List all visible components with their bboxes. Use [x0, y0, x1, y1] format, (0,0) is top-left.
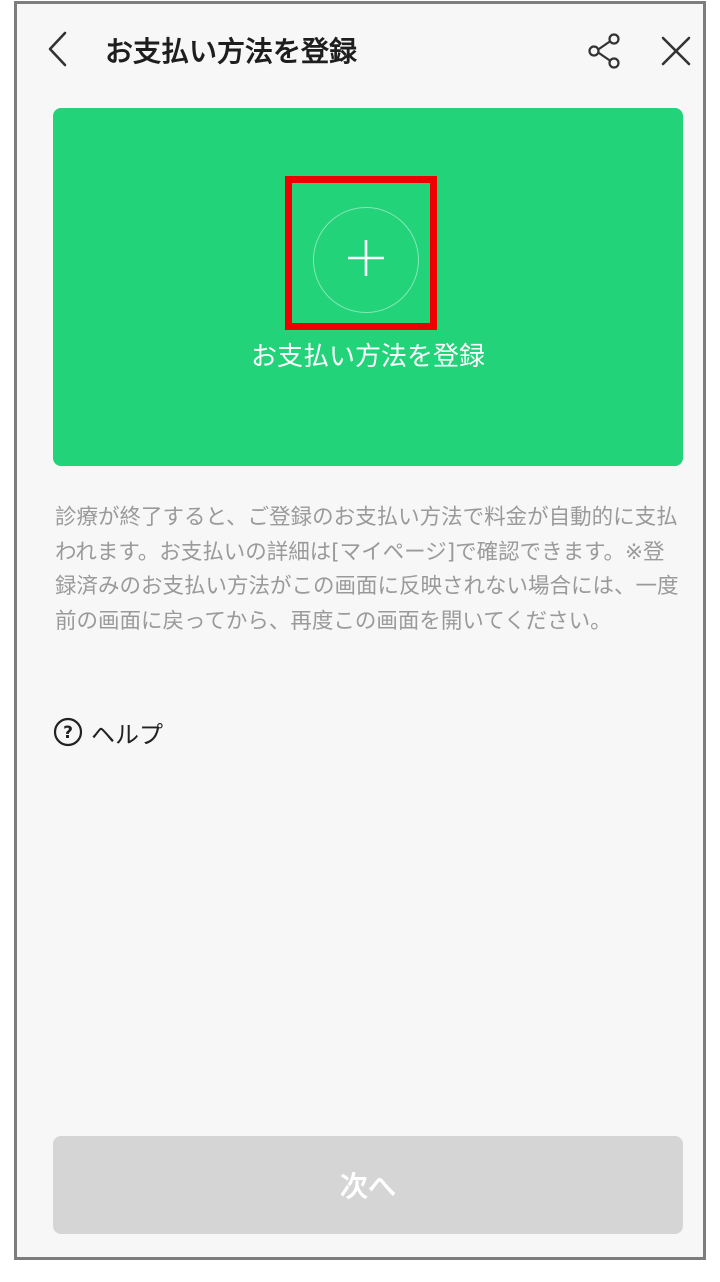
- share-button[interactable]: [581, 30, 627, 76]
- svg-text:?: ?: [63, 723, 73, 743]
- back-button[interactable]: [35, 26, 79, 76]
- next-button[interactable]: 次へ: [53, 1136, 683, 1234]
- payment-description: 診療が終了すると、ご登録のお支払い方法で料金が自動的に支払われます。お支払いの詳…: [55, 505, 679, 634]
- close-button[interactable]: [653, 30, 699, 76]
- add-payment-label: お支払い方法を登録: [250, 342, 485, 372]
- help-link[interactable]: ? ヘルプ: [53, 712, 163, 752]
- page-title: お支払い方法を登録: [105, 35, 358, 68]
- close-icon: [660, 35, 692, 71]
- app-screen: お支払い方法を登録 お支払い方法を登録 診療が終了すると、ご登録のお支払い方法で…: [14, 1, 706, 1260]
- help-label: ヘルプ: [91, 720, 163, 749]
- add-payment-method-card[interactable]: お支払い方法を登録: [53, 108, 683, 466]
- header-bar: お支払い方法を登録: [17, 4, 703, 100]
- highlight-annotation: [285, 176, 437, 330]
- question-circle-icon: ?: [53, 717, 83, 747]
- share-icon: [586, 32, 622, 74]
- chevron-left-icon: [45, 29, 69, 73]
